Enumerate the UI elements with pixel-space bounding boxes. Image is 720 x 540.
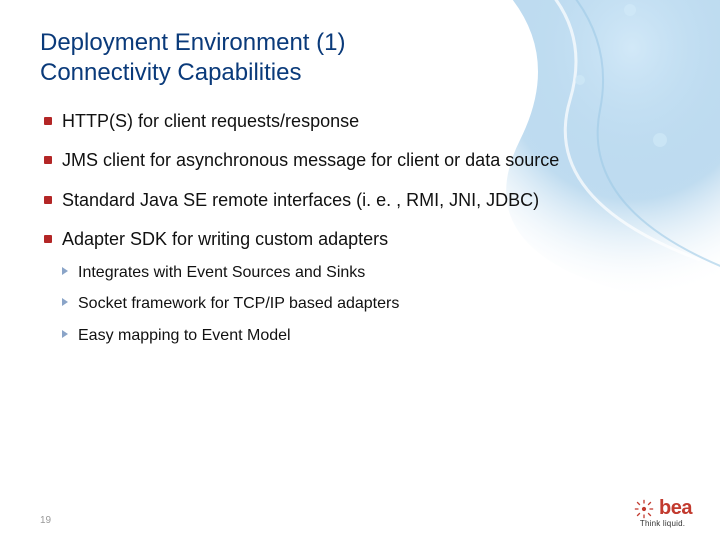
list-item: Integrates with Event Sources and Sinks: [62, 262, 604, 284]
sub-bullet-text: Integrates with Event Sources and Sinks: [78, 264, 365, 281]
title-line-1: Deployment Environment (1): [40, 29, 345, 56]
list-item: HTTP(S) for client requests/response: [44, 110, 604, 133]
list-item: JMS client for asynchronous message for …: [44, 149, 604, 172]
bullet-text: HTTP(S) for client requests/response: [62, 111, 359, 131]
list-item: Socket framework for TCP/IP based adapte…: [62, 293, 604, 315]
logo-tagline: Think liquid.: [640, 519, 685, 528]
page-number: 19: [40, 515, 51, 526]
sub-bullet-text: Socket framework for TCP/IP based adapte…: [78, 295, 399, 312]
sub-bullet-list: Integrates with Event Sources and Sinks …: [62, 262, 604, 347]
list-item: Easy mapping to Event Model: [62, 325, 604, 347]
list-item: Standard Java SE remote interfaces (i. e…: [44, 189, 604, 212]
bullet-list: HTTP(S) for client requests/response JMS…: [40, 110, 680, 346]
bullet-text: Standard Java SE remote interfaces (i. e…: [62, 190, 539, 210]
title-line-2: Connectivity Capabilities: [40, 59, 301, 86]
slide-title: Deployment Environment (1) Connectivity …: [40, 28, 680, 88]
bea-logo: bea Think liquid.: [633, 497, 692, 528]
sub-bullet-text: Easy mapping to Event Model: [78, 327, 291, 344]
slide-container: Deployment Environment (1) Connectivity …: [0, 0, 720, 540]
logo-row: bea: [633, 497, 692, 520]
bullet-text: JMS client for asynchronous message for …: [62, 150, 559, 170]
burst-icon: [633, 498, 655, 520]
list-item: Adapter SDK for writing custom adapters …: [44, 228, 604, 346]
bullet-text: Adapter SDK for writing custom adapters: [62, 229, 388, 249]
logo-text: bea: [659, 497, 692, 520]
